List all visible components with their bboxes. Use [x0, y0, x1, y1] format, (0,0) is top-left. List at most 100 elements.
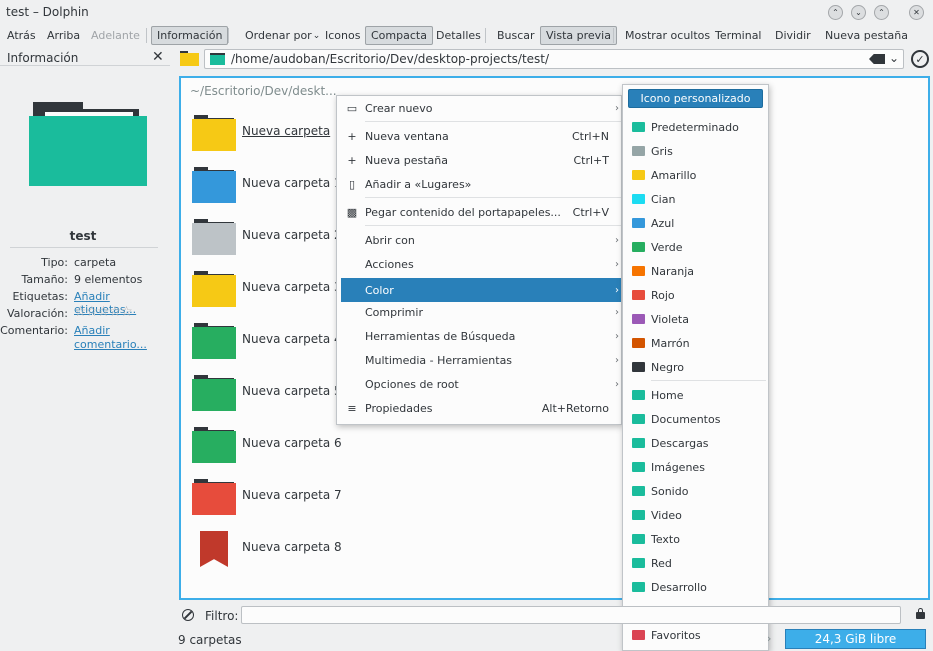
color-submenu: Icono personalizado Predeterminado Gris Am… [622, 84, 769, 651]
details-view-button[interactable]: Detalles [431, 26, 486, 45]
location-bar[interactable]: /home/audoban/Escritorio/Dev/desktop-pro… [204, 49, 904, 69]
clear-filter-icon[interactable] [182, 609, 194, 621]
free-space-indicator[interactable]: 24,3 GiB libre [785, 629, 926, 649]
comment-label: Comentario: [0, 324, 68, 337]
color-menu-item[interactable]: Texto [623, 527, 768, 551]
menu-item-create-new[interactable]: ▭ Crear nuevo › [337, 96, 621, 120]
menu-item-compress[interactable]: Comprimir › [337, 300, 621, 324]
main-toolbar: Atrás Arriba Adelante Información Ordena… [0, 25, 933, 47]
show-hidden-button[interactable]: Mostrar ocultos [620, 26, 715, 45]
folder-color-icon [632, 338, 645, 348]
color-menu-item[interactable]: Predeterminado [623, 115, 768, 139]
color-menu-item[interactable]: Azul [623, 211, 768, 235]
custom-icon-button[interactable]: Icono personalizado [628, 89, 763, 108]
back-button[interactable]: Atrás [2, 26, 41, 45]
color-menu-item[interactable]: Gris [623, 139, 768, 163]
close-icon[interactable]: ✕ [152, 49, 164, 65]
menu-item-multimedia[interactable]: Multimedia - Herramientas › [337, 348, 621, 372]
add-comment-link[interactable]: Añadir [74, 324, 110, 337]
file-name: Nueva carpeta 6 [242, 436, 342, 450]
folder-color-icon [632, 242, 645, 252]
menu-item-add-places[interactable]: ▯ Añadir a «Lugares» [337, 172, 621, 196]
sort-button[interactable]: Ordenar por ⌄ [240, 26, 325, 45]
color-menu-item[interactable]: Violeta [623, 307, 768, 331]
location-path[interactable]: /home/audoban/Escritorio/Dev/desktop-pro… [231, 52, 549, 66]
add-comment-link-cont[interactable]: comentario... [74, 338, 147, 351]
filter-label: Filtro: [205, 609, 239, 623]
color-menu-item[interactable]: Sonido [623, 479, 768, 503]
up-button[interactable]: Arriba [42, 26, 85, 45]
keep-above-icon[interactable]: ⌃ [828, 5, 843, 20]
star-icon[interactable]: ☆ [109, 304, 122, 320]
color-menu-item[interactable]: Red [623, 551, 768, 575]
color-menu-item[interactable]: Cian [623, 187, 768, 211]
star-icon[interactable]: ☆ [120, 304, 133, 320]
list-item[interactable]: Nueva carpeta 5 [192, 367, 342, 419]
list-item[interactable]: Nueva carpeta 8 [192, 523, 342, 575]
color-menu-item[interactable]: Desarrollo [623, 575, 768, 599]
star-icon[interactable]: ☆ [86, 304, 99, 320]
folder-color-icon [632, 582, 645, 592]
list-item[interactable]: Nueva carpeta 1 [192, 159, 342, 211]
new-tab-button[interactable]: Nueva pestaña [820, 26, 913, 45]
folder-color-icon [632, 558, 645, 568]
close-icon[interactable]: ✕ [909, 5, 924, 20]
color-menu-item[interactable]: Video [623, 503, 768, 527]
menu-item-paste[interactable]: ▩ Pegar contenido del portapapeles... Ctrl… [337, 200, 621, 224]
color-menu-item[interactable]: Marrón [623, 331, 768, 355]
menu-item-open-with[interactable]: Abrir con › [337, 228, 621, 252]
list-item[interactable]: Nueva carpeta 3 [192, 263, 342, 315]
color-menu-item[interactable]: Documentos [623, 407, 768, 431]
terminal-button[interactable]: Terminal [710, 26, 767, 45]
menu-item-new-window[interactable]: + Nueva ventana Ctrl+N [337, 124, 621, 148]
search-button[interactable]: Buscar [492, 26, 540, 45]
preview-button[interactable]: Vista previa [540, 26, 617, 45]
info-panel-button[interactable]: Información [151, 26, 229, 45]
star-icon[interactable]: ☆ [74, 304, 87, 320]
list-item[interactable]: Nueva carpeta [192, 107, 342, 159]
color-menu-item[interactable]: Verde [623, 235, 768, 259]
maximize-icon[interactable]: ⌃ [874, 5, 889, 20]
minimize-icon[interactable]: ⌄ [851, 5, 866, 20]
filter-input[interactable] [241, 606, 901, 624]
folder-color-icon [632, 218, 645, 228]
tags-label: Etiquetas: [12, 290, 68, 303]
chevron-down-icon[interactable]: ⌄ [889, 51, 899, 65]
color-menu-item[interactable]: Naranja [623, 259, 768, 283]
divider [0, 65, 170, 66]
menu-separator [651, 380, 766, 381]
menu-item-properties[interactable]: ≡ Propiedades Alt+Retorno [337, 396, 621, 420]
split-button[interactable]: Dividir [770, 26, 816, 45]
star-icon[interactable]: ☆ [97, 304, 110, 320]
accept-icon[interactable]: ✓ [911, 50, 929, 68]
color-menu-item[interactable]: Rojo [623, 283, 768, 307]
clear-icon[interactable] [869, 54, 885, 64]
menu-separator [365, 225, 621, 226]
menu-item-search-tools[interactable]: Herramientas de Búsqueda › [337, 324, 621, 348]
menu-item-new-tab[interactable]: + Nueva pestaña Ctrl+T [337, 148, 621, 172]
lock-icon[interactable] [916, 612, 925, 619]
menu-item-color[interactable]: Color › [341, 278, 621, 302]
chevron-right-icon: › [615, 258, 619, 270]
menu-item-actions[interactable]: Acciones › [337, 252, 621, 276]
color-menu-item[interactable]: Negro [623, 355, 768, 379]
list-item[interactable]: Nueva carpeta 6 [192, 419, 342, 471]
folder-icon [192, 219, 236, 255]
folder-icon [180, 51, 199, 66]
color-menu-item[interactable]: Amarillo [623, 163, 768, 187]
icons-view-button[interactable]: Iconos [320, 26, 365, 45]
folder-icon [192, 479, 236, 515]
list-item[interactable]: Nueva carpeta 2 [192, 211, 342, 263]
menu-item-root-options[interactable]: Opciones de root › [337, 372, 621, 396]
color-menu-item[interactable]: Home [623, 383, 768, 407]
chevron-right-icon: › [615, 284, 619, 296]
compact-view-button[interactable]: Compacta [365, 26, 433, 45]
rating-stars[interactable]: ☆☆☆☆☆ [74, 304, 133, 320]
list-item[interactable]: Nueva carpeta 4 [192, 315, 342, 367]
color-menu-item[interactable]: Descargas [623, 431, 768, 455]
forward-button[interactable]: Adelante [86, 26, 145, 45]
file-name: Nueva carpeta [242, 124, 331, 138]
color-menu-item[interactable]: Imágenes [623, 455, 768, 479]
new-document-icon: ▭ [346, 101, 358, 115]
list-item[interactable]: Nueva carpeta 7 [192, 471, 342, 523]
